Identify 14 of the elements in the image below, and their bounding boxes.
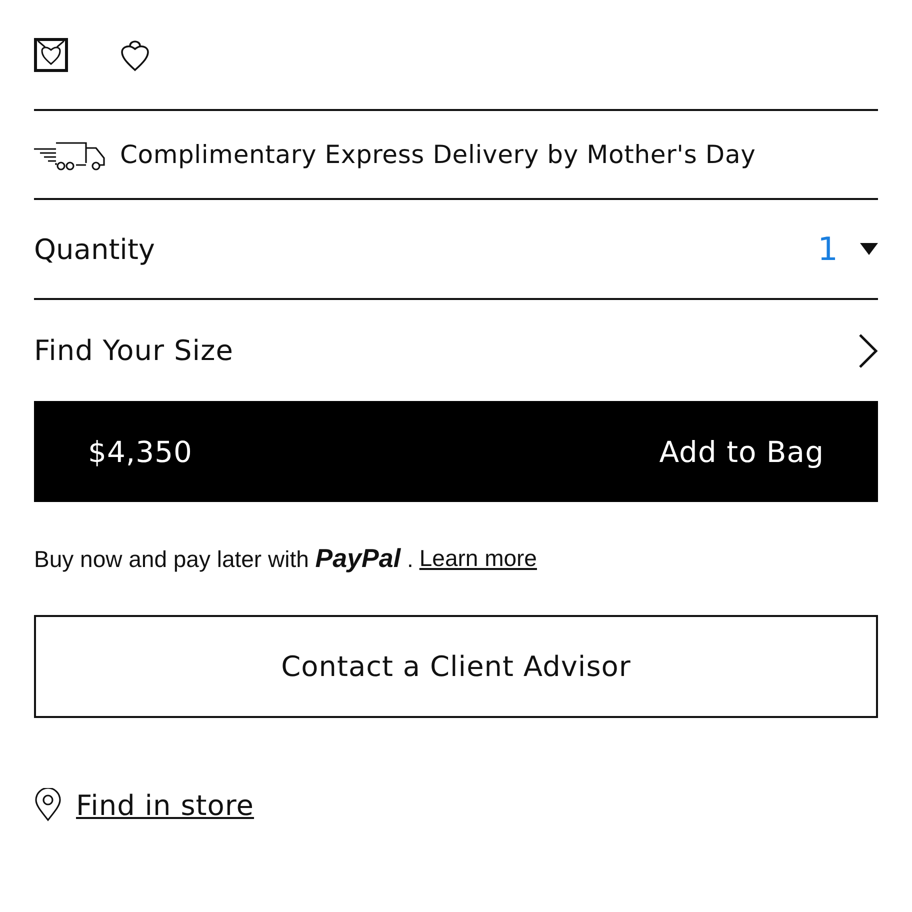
find-in-store-link[interactable]: Find in store (76, 788, 254, 822)
quantity-dropdown[interactable]: 1 (818, 230, 878, 268)
learn-more-link[interactable]: Learn more (419, 545, 537, 572)
location-pin-icon (34, 788, 62, 822)
add-to-bag-button[interactable]: $4,350 Add to Bag (34, 401, 878, 502)
quantity-label: Quantity (34, 232, 155, 266)
heart-icon[interactable] (120, 38, 150, 72)
delivery-text: Complimentary Express Delivery by Mother's Day (120, 140, 756, 169)
caret-icon (860, 243, 878, 255)
chevron-right-icon (858, 332, 878, 368)
gift-box-icon[interactable] (34, 38, 68, 72)
size-label: Find Your Size (34, 334, 234, 367)
contact-advisor-button[interactable]: Contact a Client Advisor (34, 615, 878, 718)
paypal-note: Buy now and pay later with PayPal . (34, 543, 414, 574)
